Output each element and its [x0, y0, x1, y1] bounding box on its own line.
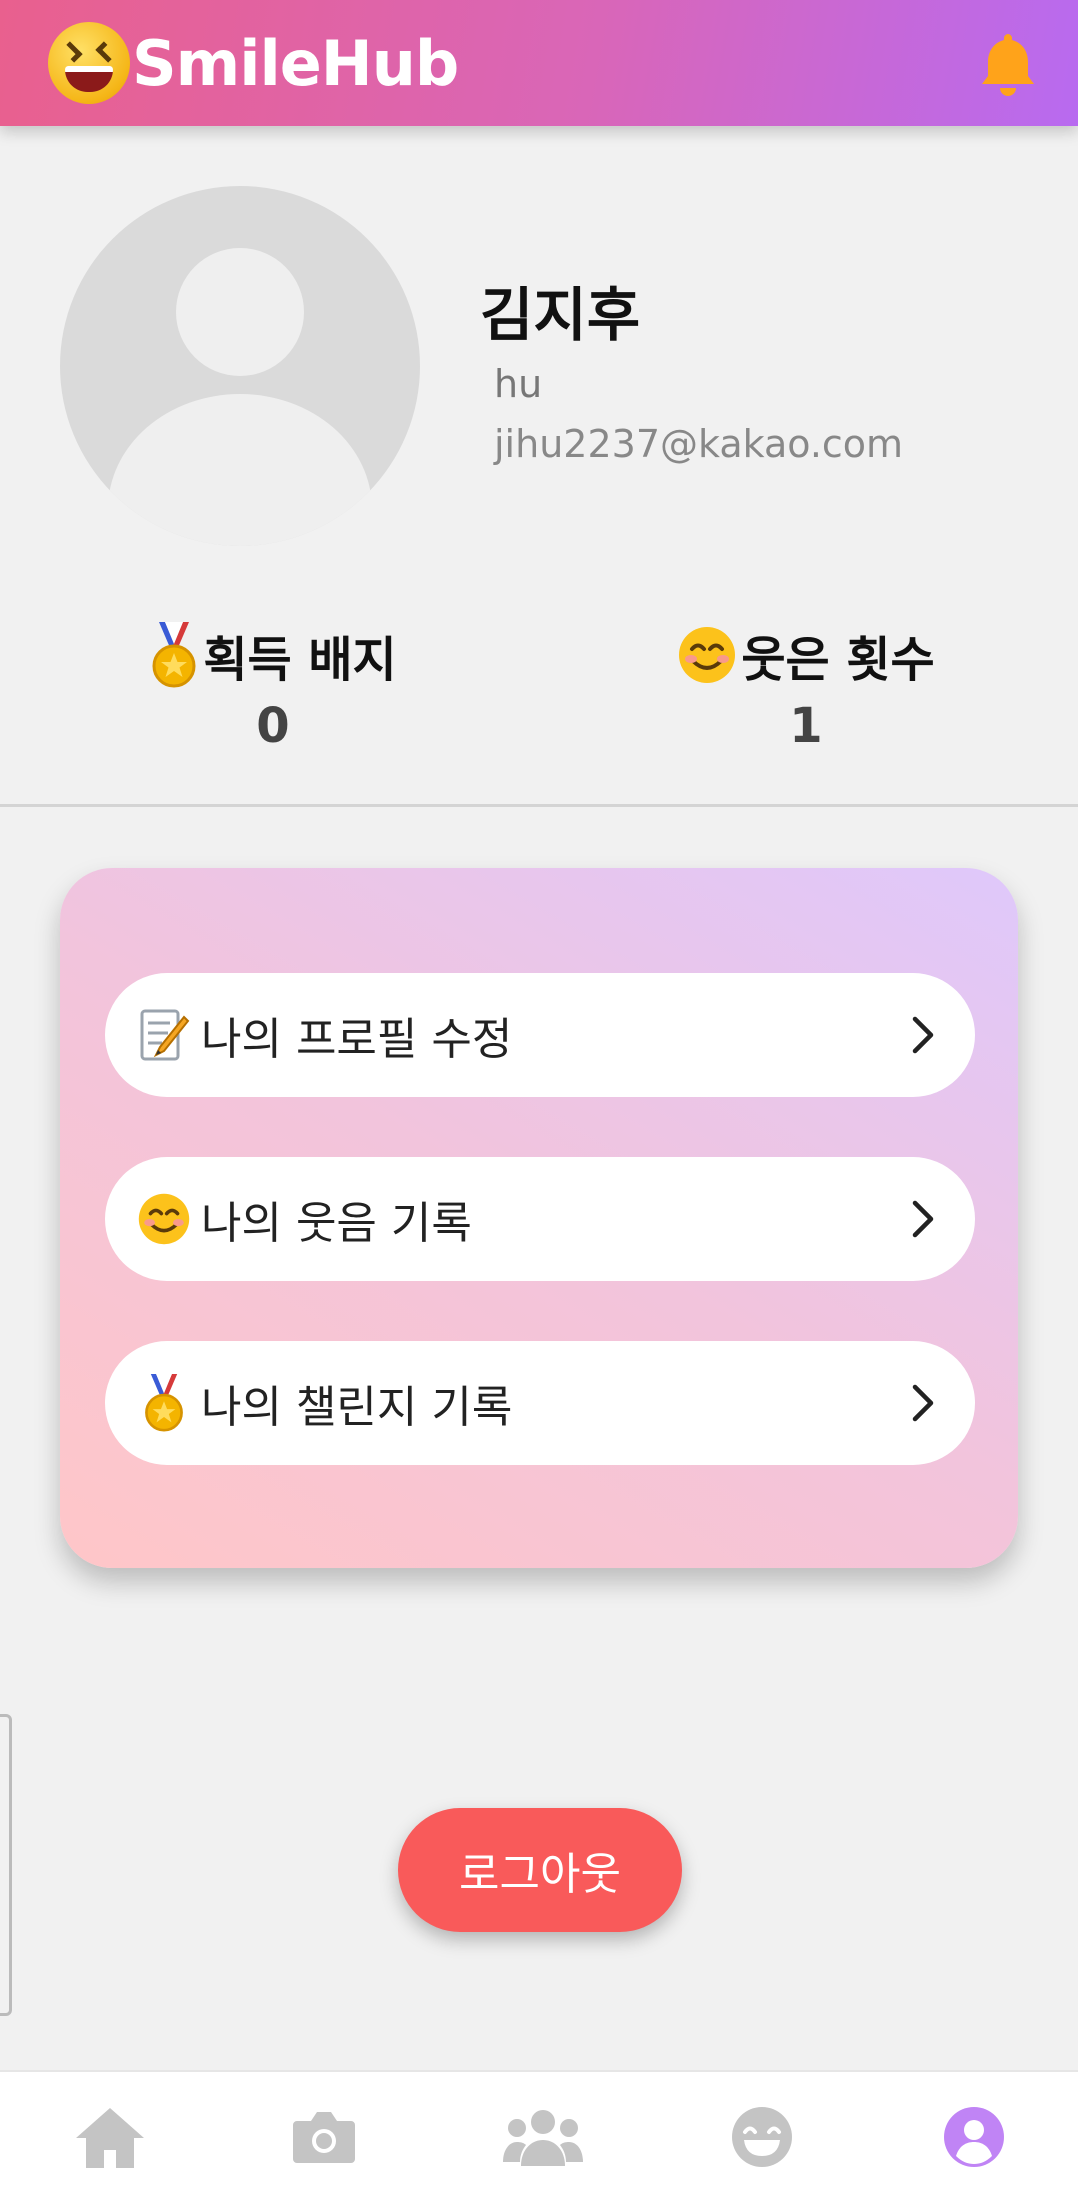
nav-smile[interactable]	[722, 2102, 802, 2172]
home-icon	[76, 2108, 144, 2168]
chevron-right-icon	[912, 1016, 934, 1054]
users-icon	[503, 2110, 583, 2166]
edit-profile-menu-item[interactable]: 나의 프로필 수정	[105, 973, 975, 1097]
medal-icon	[152, 622, 196, 688]
app-header: SmileHub	[0, 0, 1078, 126]
laughing-face-icon	[48, 22, 130, 104]
smile-history-menu-item[interactable]: 나의 웃음 기록	[105, 1157, 975, 1281]
nav-community[interactable]	[503, 2102, 583, 2172]
profile-name: 김지후	[480, 281, 641, 349]
app-title: SmileHub	[132, 26, 459, 100]
side-drawer-handle[interactable]	[0, 1714, 12, 2016]
badges-label: 획득 배지	[203, 632, 397, 688]
medal-icon	[137, 1374, 191, 1432]
menu-item-label: 나의 프로필 수정	[201, 1014, 513, 1065]
nav-home[interactable]	[70, 2102, 150, 2172]
app-logo[interactable]: SmileHub	[48, 22, 459, 104]
chevron-right-icon	[912, 1200, 934, 1238]
smiling-face-icon	[137, 1192, 191, 1246]
memo-icon	[137, 1008, 191, 1062]
smiling-face-icon	[679, 627, 736, 683]
notification-bell-icon[interactable]	[978, 30, 1038, 96]
smiles-count: 1	[789, 698, 823, 754]
profile-screen: SmileHub 김지후 hu jihu2237@kakao.com 획득 배지	[0, 0, 1078, 2202]
profile-nickname: hu	[494, 362, 543, 406]
logout-button[interactable]: 로그아웃	[398, 1808, 682, 1932]
avatar[interactable]	[60, 186, 420, 546]
smile-icon	[732, 2107, 792, 2167]
smiles-stat: 웃은 횟수 1	[606, 620, 1006, 754]
profile-icon	[944, 2107, 1004, 2167]
menu-item-label: 나의 웃음 기록	[201, 1198, 472, 1249]
challenge-history-menu-item[interactable]: 나의 챌린지 기록	[105, 1341, 975, 1465]
chevron-right-icon	[912, 1384, 934, 1422]
nav-profile[interactable]	[934, 2102, 1014, 2172]
badges-count: 0	[256, 698, 290, 754]
nav-camera[interactable]	[284, 2102, 364, 2172]
divider	[0, 804, 1078, 807]
camera-icon	[293, 2112, 355, 2163]
smiles-label: 웃은 횟수	[741, 632, 935, 688]
profile-email: jihu2237@kakao.com	[494, 422, 904, 466]
menu-card: 나의 프로필 수정 나의 웃음 기록 나의 챌린지 기록	[60, 868, 1018, 1568]
menu-item-label: 나의 챌린지 기록	[201, 1382, 513, 1433]
bottom-nav	[0, 2070, 1078, 2202]
badges-stat: 획득 배지 0	[73, 620, 473, 754]
